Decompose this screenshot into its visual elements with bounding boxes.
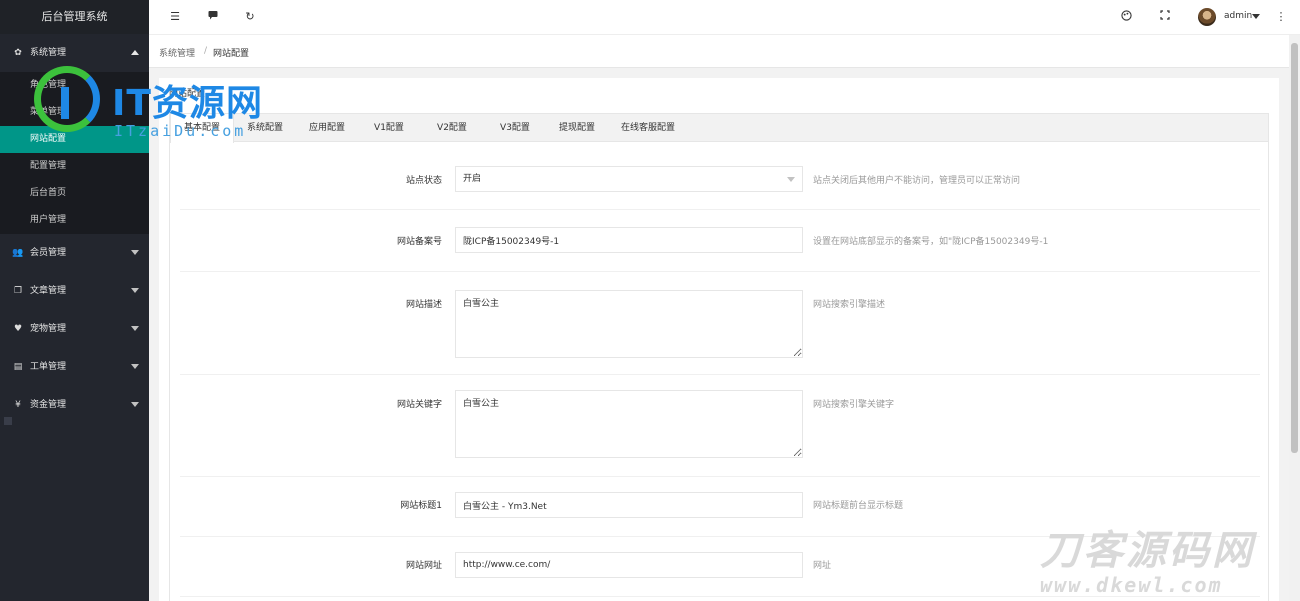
card-title: 网站配置: [169, 89, 206, 99]
form-help: 站点关闭后其他用户不能访问，管理员可以正常访问: [813, 176, 1021, 186]
breadcrumb: 系统管理 / 网站配置: [149, 35, 1289, 68]
form-label: 网站备案号: [396, 237, 442, 247]
app-title: 后台管理系统: [0, 0, 149, 34]
form-help: 网站搜索引擎关键字: [813, 400, 895, 410]
more-icon[interactable]: ⋮: [1274, 10, 1288, 24]
copy-icon: ❐: [13, 286, 23, 296]
tab-system[interactable]: 系统配置: [234, 114, 296, 142]
menu-head-system[interactable]: ✿ 系统管理: [0, 34, 149, 72]
heart-icon: ♥: [13, 324, 23, 334]
form-row-description: 网站描述 白雪公主 网站搜索引擎描述: [180, 272, 1260, 375]
chevron-down-icon: [131, 326, 139, 331]
menu-toggle-icon[interactable]: ☰: [168, 10, 182, 24]
config-card: 网站配置 基本配置 系统配置 应用配置 V1配置 V2配置 V3配置 提现配置 …: [159, 78, 1279, 601]
tab-v1[interactable]: V1配置: [358, 114, 420, 142]
chevron-down-icon: [131, 250, 139, 255]
site-status-select[interactable]: 开启: [455, 166, 803, 192]
file-icon: ▤: [13, 362, 23, 372]
form-row-site-status: 站点状态 开启 站点关闭后其他用户不能访问，管理员可以正常访问: [180, 154, 1260, 210]
top-header: ☰ ↻ admin ⋮: [149, 0, 1300, 35]
gear-icon: ✿: [14, 48, 22, 58]
sidebar: 后台管理系统 ✿ 系统管理 角色管理 菜单管理 网站配置 配置管理 后台首页 用…: [0, 0, 149, 601]
keywords-textarea[interactable]: 白雪公主: [455, 390, 803, 458]
menu-head-label: 系统管理: [30, 48, 67, 58]
sidebar-item-site-config[interactable]: 网站配置: [0, 126, 149, 153]
form-label: 网站描述: [405, 300, 442, 310]
sidebar-scroll-knob[interactable]: [4, 417, 12, 425]
message-icon[interactable]: [206, 10, 220, 24]
sidebar-item-menus[interactable]: 菜单管理: [0, 99, 149, 126]
form-label: 网站标题1: [400, 501, 442, 511]
chevron-down-icon: [131, 364, 139, 369]
chevron-down-icon: [131, 402, 139, 407]
url-input[interactable]: [455, 552, 803, 578]
sidebar-item-roles[interactable]: 角色管理: [0, 72, 149, 99]
form-label: 网站网址: [405, 561, 442, 571]
menu-group-system: ✿ 系统管理 角色管理 菜单管理 网站配置 配置管理 后台首页 用户管理: [0, 34, 149, 234]
menu-head-label: 资金管理: [30, 400, 67, 410]
form-help: 网站搜索引擎描述: [813, 300, 886, 310]
form-row-title1: 网站标题1 网站标题前台显示标题: [180, 477, 1260, 537]
menu-head-funds[interactable]: ¥ 资金管理: [0, 386, 149, 424]
tab-basic[interactable]: 基本配置: [170, 114, 234, 143]
breadcrumb-separator: /: [204, 46, 208, 56]
refresh-icon[interactable]: ↻: [243, 10, 257, 24]
config-tabs: 基本配置 系统配置 应用配置 V1配置 V2配置 V3配置 提现配置 在线客服配…: [169, 113, 1269, 601]
menu-head-members[interactable]: 👥 会员管理: [0, 234, 149, 272]
avatar[interactable]: [1198, 8, 1216, 26]
breadcrumb-item[interactable]: 系统管理: [159, 46, 195, 59]
form-row-keywords: 网站关键字 白雪公主 网站搜索引擎关键字: [180, 375, 1260, 477]
tab-withdraw[interactable]: 提现配置: [546, 114, 608, 142]
tab-v2[interactable]: V2配置: [420, 114, 484, 142]
sidebar-item-users[interactable]: 用户管理: [0, 207, 149, 234]
fullscreen-icon[interactable]: [1158, 10, 1172, 24]
user-name[interactable]: admin: [1224, 11, 1252, 21]
menu-head-label: 宠物管理: [30, 324, 67, 334]
page-scrollbar[interactable]: [1289, 35, 1300, 601]
form-help: 网址: [813, 561, 832, 571]
menu-head-tickets[interactable]: ▤ 工单管理: [0, 348, 149, 386]
menu-head-articles[interactable]: ❐ 文章管理: [0, 272, 149, 310]
form-help: 网站标题前台显示标题: [813, 501, 904, 511]
menu-head-label: 工单管理: [30, 362, 67, 372]
submenu-system: 角色管理 菜单管理 网站配置 配置管理 后台首页 用户管理: [0, 72, 149, 234]
menu-head-label: 文章管理: [30, 286, 67, 296]
form-row-icp: 网站备案号 设置在网站底部显示的备案号，如"陇ICP备15002349号-1: [180, 210, 1260, 272]
form-label: 网站关键字: [396, 400, 442, 410]
select-value: 开启: [463, 174, 482, 184]
chevron-down-icon: [787, 177, 795, 182]
tab-app[interactable]: 应用配置: [296, 114, 358, 142]
form-help: 设置在网站底部显示的备案号，如"陇ICP备15002349号-1: [813, 237, 1049, 247]
sidebar-item-admin-home[interactable]: 后台首页: [0, 180, 149, 207]
chevron-up-icon: [131, 50, 139, 55]
form-label: 站点状态: [405, 176, 442, 186]
title1-input[interactable]: [455, 492, 803, 518]
users-icon: 👥: [12, 248, 24, 258]
tab-online-service[interactable]: 在线客服配置: [608, 114, 688, 142]
breadcrumb-current: 网站配置: [213, 49, 250, 59]
tab-bar: 基本配置 系统配置 应用配置 V1配置 V2配置 V3配置 提现配置 在线客服配…: [170, 114, 1268, 143]
scrollbar-thumb[interactable]: [1291, 43, 1298, 453]
tab-v3[interactable]: V3配置: [484, 114, 546, 142]
sidebar-item-config-manage[interactable]: 配置管理: [0, 153, 149, 180]
chevron-down-icon[interactable]: [1252, 14, 1260, 19]
theme-icon[interactable]: [1119, 10, 1133, 24]
yen-icon: ¥: [15, 400, 21, 410]
menu-head-label: 会员管理: [30, 248, 67, 258]
description-textarea[interactable]: 白雪公主: [455, 290, 803, 358]
chevron-down-icon: [131, 288, 139, 293]
form-row-url: 网站网址 网址: [180, 537, 1260, 597]
icp-input[interactable]: [455, 227, 803, 253]
menu-head-pets[interactable]: ♥ 宠物管理: [0, 310, 149, 348]
